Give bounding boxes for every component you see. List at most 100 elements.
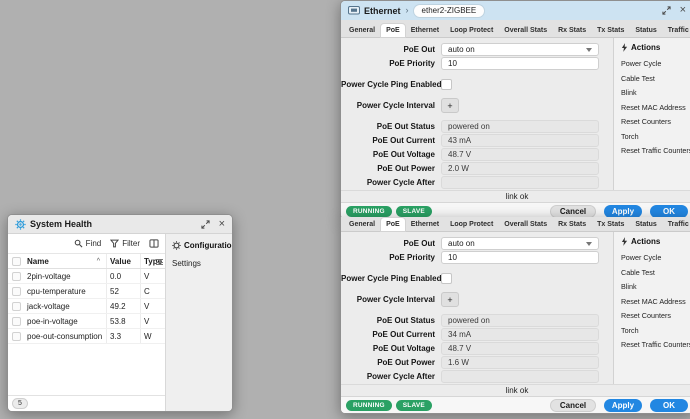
poe-out-select[interactable]: auto on <box>441 237 599 250</box>
chevron-down-icon <box>586 48 592 52</box>
row-checkbox[interactable] <box>12 302 21 311</box>
tab[interactable]: Rx Stats <box>553 218 591 231</box>
action-item[interactable]: Blink <box>621 282 690 291</box>
tab[interactable]: Loop Protect <box>445 218 498 231</box>
tab[interactable]: Traffic <box>663 24 690 37</box>
power-cycle-ping-enabled-checkbox[interactable] <box>441 79 452 90</box>
cell-value: 0.0 <box>106 269 140 283</box>
system-health-icon <box>15 219 26 230</box>
action-item[interactable]: Reset MAC Address <box>621 297 690 306</box>
row-checkbox[interactable] <box>12 332 21 341</box>
action-item[interactable]: Cable Test <box>621 268 690 277</box>
tab[interactable]: Ethernet <box>406 24 444 37</box>
ok-button[interactable]: OK <box>650 205 688 218</box>
status-bar: RUNNING SLAVE Cancel Apply OK <box>341 396 690 413</box>
item-count-badge: 5 <box>12 398 28 409</box>
tab[interactable]: PoE <box>381 218 405 231</box>
action-item[interactable]: Reset Counters <box>621 311 690 320</box>
action-item[interactable]: Reset MAC Address <box>621 103 690 112</box>
breadcrumb-chevron-icon: › <box>406 6 409 15</box>
poe-priority-input[interactable]: 10 <box>441 251 599 264</box>
system-health-window: System Health × Find Filter <box>7 214 233 412</box>
cell-value: 49.2 <box>106 299 140 313</box>
cell-type: V <box>140 269 165 283</box>
cell-name: 2pin-voltage <box>24 269 106 283</box>
cell-value: 52 <box>106 284 140 298</box>
cell-name: jack-voltage <box>24 299 106 313</box>
poe-form: PoE Out auto on PoE Priority 10 Power Cy… <box>341 38 613 190</box>
action-items: Power Cycle Cable Test Blink Reset MAC Addr… <box>621 253 690 349</box>
table-row[interactable]: 2pin-voltage 0.0 V <box>8 269 165 284</box>
tab-bar: GeneralPoEEthernetLoop ProtectOverall St… <box>341 217 690 232</box>
action-item[interactable]: Power Cycle <box>621 253 690 262</box>
tab[interactable]: Status <box>630 24 661 37</box>
tab[interactable]: Overall Stats <box>499 218 552 231</box>
system-health-titlebar[interactable]: System Health × <box>8 215 232 234</box>
add-interval-button[interactable]: + <box>441 292 459 307</box>
cell-name: poe-in-voltage <box>24 314 106 328</box>
row-checkbox[interactable] <box>12 272 21 281</box>
tab[interactable]: General <box>344 24 380 37</box>
breadcrumb-interface[interactable]: ether2-ZIGBEE <box>414 5 485 17</box>
tab[interactable]: Loop Protect <box>445 24 498 37</box>
tab[interactable]: Rx Stats <box>553 24 591 37</box>
tab[interactable]: Ethernet <box>406 218 444 231</box>
power-cycle-after-label: Power Cycle After <box>341 178 441 187</box>
maximize-icon[interactable] <box>662 6 671 15</box>
actions-panel-title: Actions <box>621 237 690 246</box>
table-row[interactable]: poe-out-consumption 3.3 W <box>8 329 165 344</box>
select-all-checkbox[interactable] <box>12 257 21 266</box>
table-row[interactable]: cpu-temperature 52 C <box>8 284 165 299</box>
action-item[interactable]: Torch <box>621 132 690 141</box>
close-icon[interactable]: × <box>680 6 686 15</box>
poe-priority-input[interactable]: 10 <box>441 57 599 70</box>
table-row[interactable]: poe-in-voltage 53.8 V <box>8 314 165 329</box>
table-row[interactable]: jack-voltage 49.2 V <box>8 299 165 314</box>
close-icon[interactable]: × <box>219 220 225 229</box>
power-cycle-ping-enabled-checkbox[interactable] <box>441 273 452 284</box>
table-rows: 2pin-voltage 0.0 V cpu-temperature 52 C <box>8 269 165 344</box>
cancel-button[interactable]: Cancel <box>550 399 596 412</box>
filter-button[interactable]: Filter <box>110 239 140 248</box>
tab[interactable]: Traffic <box>663 218 690 231</box>
tab[interactable]: Status <box>630 218 661 231</box>
add-interval-button[interactable]: + <box>441 98 459 113</box>
action-item[interactable]: Blink <box>621 88 690 97</box>
cancel-button[interactable]: Cancel <box>550 205 596 218</box>
header-menu-icon[interactable] <box>156 259 163 267</box>
column-header-name[interactable]: Name ^ <box>24 254 106 268</box>
poe-priority-label: PoE Priority <box>341 253 441 262</box>
find-button[interactable]: Find <box>74 239 102 248</box>
row-checkbox[interactable] <box>12 287 21 296</box>
tab[interactable]: Tx Stats <box>592 24 629 37</box>
ethernet-icon <box>348 6 360 16</box>
tab[interactable]: Tx Stats <box>592 218 629 231</box>
cell-type: V <box>140 299 165 313</box>
tab[interactable]: General <box>344 218 380 231</box>
apply-button[interactable]: Apply <box>604 205 642 218</box>
ethernet-titlebar[interactable]: Ethernet › ether2-ZIGBEE × <box>341 1 690 20</box>
power-cycle-after-value <box>441 176 599 189</box>
link-status: link ok <box>341 384 690 396</box>
tab[interactable]: Overall Stats <box>499 24 552 37</box>
action-item[interactable]: Torch <box>621 326 690 335</box>
action-item[interactable]: Cable Test <box>621 74 690 83</box>
poe-out-voltage-value: 48.7 V <box>441 148 599 161</box>
action-item[interactable]: Power Cycle <box>621 59 690 68</box>
action-item[interactable]: Reset Traffic Counters <box>621 146 690 155</box>
tab[interactable]: PoE <box>381 24 405 37</box>
configuration-item-settings[interactable]: Settings <box>172 259 228 268</box>
apply-button[interactable]: Apply <box>604 399 642 412</box>
action-item[interactable]: Reset Traffic Counters <box>621 340 690 349</box>
column-header-value[interactable]: Value <box>106 254 140 268</box>
columns-button[interactable] <box>149 239 159 248</box>
poe-out-current-value: 34 mA <box>441 328 599 341</box>
maximize-icon[interactable] <box>201 220 210 229</box>
row-checkbox[interactable] <box>12 317 21 326</box>
configuration-panel-title: Configuration <box>172 241 228 250</box>
ok-button[interactable]: OK <box>650 399 688 412</box>
power-cycle-interval-label: Power Cycle Interval <box>341 295 441 304</box>
action-items: Power Cycle Cable Test Blink Reset MAC Addr… <box>621 59 690 155</box>
poe-out-select[interactable]: auto on <box>441 43 599 56</box>
action-item[interactable]: Reset Counters <box>621 117 690 126</box>
